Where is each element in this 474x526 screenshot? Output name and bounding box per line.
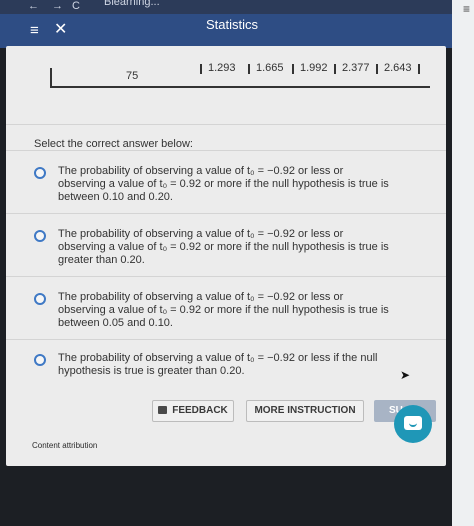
action-bar: FEEDBACK MORE INSTRUCTION SU <box>0 400 452 422</box>
table-border <box>334 64 336 74</box>
mouse-cursor-icon: ➤ <box>400 368 411 382</box>
question-prompt: Select the correct answer below: <box>34 138 193 150</box>
page-title: Statistics <box>206 17 259 32</box>
side-window-edge: ≡ <box>452 0 474 526</box>
feedback-icon <box>158 406 168 414</box>
back-icon[interactable]: ← <box>28 0 39 12</box>
divider <box>6 124 446 125</box>
answer-option-text: The probability of observing a value of … <box>58 352 378 377</box>
answer-option-text: The probability of observing a value of … <box>58 291 389 329</box>
close-icon[interactable]: ✕ <box>54 22 67 38</box>
radio-button-icon[interactable] <box>34 293 46 305</box>
browser-tab-title: Blearning... <box>104 0 160 8</box>
table-cell: 2.377 <box>342 62 370 74</box>
browser-toolbar: ← → C Blearning... <box>0 0 474 14</box>
divider <box>6 150 446 151</box>
table-border <box>50 86 430 88</box>
table-border <box>418 64 420 74</box>
chat-icon <box>404 416 422 430</box>
reload-icon[interactable]: C <box>72 0 80 12</box>
table-cell: 1.992 <box>300 62 328 74</box>
table-border <box>248 64 250 74</box>
radio-button-icon[interactable] <box>34 167 46 179</box>
divider <box>6 276 446 277</box>
more-instruction-button[interactable]: MORE INSTRUCTION <box>246 400 364 422</box>
table-cell: 2.643 <box>384 62 412 74</box>
answer-option-text: The probability of observing a value of … <box>58 228 389 266</box>
table-border <box>50 68 52 88</box>
edge-glyph: ≡ <box>462 2 470 16</box>
chat-button[interactable] <box>394 405 432 443</box>
feedback-button[interactable]: FEEDBACK <box>152 400 234 422</box>
table-cell: 1.665 <box>256 62 284 74</box>
radio-button-icon[interactable] <box>34 230 46 242</box>
table-border <box>292 64 294 74</box>
forward-icon[interactable]: → <box>52 0 63 12</box>
table-cell: 1.293 <box>208 62 236 74</box>
radio-button-icon[interactable] <box>34 354 46 366</box>
app-header: ≡ ✕ Statistics <box>0 14 452 48</box>
content-attribution-link[interactable]: Content attribution <box>32 441 97 450</box>
menu-icon[interactable]: ≡ <box>30 23 39 39</box>
divider <box>6 213 446 214</box>
table-border <box>200 64 202 74</box>
t-table-row: 75 1.293 1.665 1.992 2.377 2.643 <box>50 62 430 88</box>
divider <box>6 339 446 340</box>
table-border <box>376 64 378 74</box>
answer-option-text: The probability of observing a value of … <box>58 165 389 203</box>
table-cell: 75 <box>126 70 139 82</box>
